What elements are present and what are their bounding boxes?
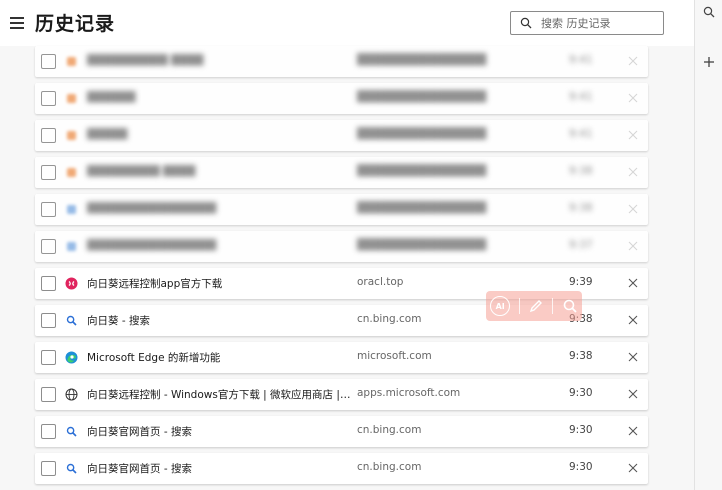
pen-icon	[529, 300, 542, 313]
search-icon	[65, 314, 78, 327]
history-item-domain: oracl.top	[357, 276, 404, 288]
search-icon	[65, 462, 78, 475]
select-checkbox[interactable]	[41, 54, 56, 69]
history-item-title[interactable]: █████	[87, 128, 352, 140]
history-item-domain: ████████████████	[357, 239, 487, 251]
history-item-domain: ████████████████	[357, 91, 487, 103]
history-item-domain: ████████████████	[357, 202, 487, 214]
search-icon	[520, 17, 532, 29]
close-icon[interactable]	[627, 203, 639, 215]
divider	[552, 298, 554, 314]
globe-icon	[65, 388, 78, 401]
history-item-time: 9:30	[569, 387, 593, 399]
edge-icon	[65, 351, 78, 364]
history-item-time: 9:39	[569, 276, 593, 288]
ai-logo-icon: AI	[490, 296, 511, 316]
search-icon	[65, 425, 78, 438]
close-icon[interactable]	[627, 55, 639, 67]
history-item[interactable]: ██████████ ████ ████████████████ 9:41	[35, 46, 648, 77]
history-item-domain: ████████████████	[357, 165, 487, 177]
history-item-time: 9:41	[569, 128, 593, 140]
close-icon[interactable]	[627, 277, 639, 289]
select-checkbox[interactable]	[41, 387, 56, 402]
history-item-domain: ████████████████	[357, 54, 487, 66]
select-checkbox[interactable]	[41, 128, 56, 143]
history-item-domain: microsoft.com	[357, 350, 432, 362]
sunflower-icon	[65, 277, 78, 290]
history-item-title[interactable]: █████████ ████	[87, 165, 352, 177]
close-icon[interactable]	[627, 166, 639, 178]
blue-icon	[65, 240, 78, 253]
history-item[interactable]: █████ ████████████████ 9:41	[35, 120, 648, 151]
close-icon[interactable]	[627, 92, 639, 104]
search-icon[interactable]	[701, 4, 717, 20]
select-checkbox[interactable]	[41, 461, 56, 476]
select-checkbox[interactable]	[41, 350, 56, 365]
orange-icon	[65, 129, 78, 142]
history-item-time: 9:30	[569, 461, 593, 473]
history-page: 历史记录 ██████████ ████ ████████████████ 9:41…	[0, 0, 694, 490]
history-item-title[interactable]: 向日葵官网首页 - 搜索	[87, 424, 352, 439]
history-item-title[interactable]: ████████████████	[87, 202, 352, 214]
orange-icon	[65, 55, 78, 68]
search-input[interactable]	[541, 14, 659, 32]
page-title: 历史记录	[35, 13, 116, 35]
right-sidebar	[694, 0, 722, 490]
close-icon[interactable]	[627, 314, 639, 326]
select-checkbox[interactable]	[41, 313, 56, 328]
history-item[interactable]: ████████████████ ████████████████ 9:38	[35, 194, 648, 225]
history-item-domain: apps.microsoft.com	[357, 387, 461, 399]
magnifier-icon	[563, 299, 577, 313]
plus-icon[interactable]	[701, 54, 717, 70]
close-icon[interactable]	[627, 351, 639, 363]
page-header: 历史记录	[0, 0, 694, 46]
history-item-time: 9:38	[569, 165, 593, 177]
history-item-title[interactable]: ████████████████	[87, 239, 352, 251]
close-icon[interactable]	[627, 462, 639, 474]
history-item-time: 9:38	[569, 350, 593, 362]
history-item[interactable]: 向日葵远程控制 - Windows官方下载 | 微软应用商店 | Micro..…	[35, 379, 648, 410]
history-item-title[interactable]: ██████████ ████	[87, 54, 352, 66]
select-checkbox[interactable]	[41, 91, 56, 106]
orange-icon	[65, 166, 78, 179]
history-item-title[interactable]: 向日葵官网首页 - 搜索	[87, 461, 352, 476]
history-item-domain: ████████████████	[357, 128, 487, 140]
watermark-toolbar: AI	[486, 291, 582, 321]
history-item-title[interactable]: 向日葵远程控制 - Windows官方下载 | 微软应用商店 | Micro..…	[87, 387, 352, 402]
history-item[interactable]: 向日葵官网首页 - 搜索 cn.bing.com 9:30	[35, 453, 648, 484]
select-checkbox[interactable]	[41, 202, 56, 217]
blue-icon	[65, 203, 78, 216]
select-checkbox[interactable]	[41, 165, 56, 180]
history-item-time: 9:38	[569, 202, 593, 214]
history-item-title[interactable]: ██████	[87, 91, 352, 103]
history-item[interactable]: Microsoft Edge 的新增功能 microsoft.com 9:38	[35, 342, 648, 373]
history-item-title[interactable]: Microsoft Edge 的新增功能	[87, 350, 352, 365]
history-item[interactable]: █████████ ████ ████████████████ 9:38	[35, 157, 648, 188]
history-item-time: 9:41	[569, 91, 593, 103]
divider	[518, 298, 520, 314]
history-item-domain: cn.bing.com	[357, 313, 422, 325]
close-icon[interactable]	[627, 240, 639, 252]
history-item[interactable]: ██████ ████████████████ 9:41	[35, 83, 648, 114]
select-checkbox[interactable]	[41, 424, 56, 439]
history-item-domain: cn.bing.com	[357, 424, 422, 436]
history-item-title[interactable]: 向日葵远程控制app官方下载	[87, 276, 352, 291]
orange-icon	[65, 92, 78, 105]
close-icon[interactable]	[627, 129, 639, 141]
select-checkbox[interactable]	[41, 239, 56, 254]
close-icon[interactable]	[627, 425, 639, 437]
history-item-title[interactable]: 向日葵 - 搜索	[87, 313, 352, 328]
history-item-time: 9:30	[569, 424, 593, 436]
history-item-domain: cn.bing.com	[357, 461, 422, 473]
history-item[interactable]: 向日葵官网首页 - 搜索 cn.bing.com 9:30	[35, 416, 648, 447]
menu-icon[interactable]	[10, 17, 24, 29]
select-checkbox[interactable]	[41, 276, 56, 291]
close-icon[interactable]	[627, 388, 639, 400]
history-item[interactable]: ████████████████ ████████████████ 9:37	[35, 231, 648, 262]
search-box[interactable]	[510, 11, 664, 35]
history-item-time: 9:37	[569, 239, 593, 251]
history-item-time: 9:41	[569, 54, 593, 66]
